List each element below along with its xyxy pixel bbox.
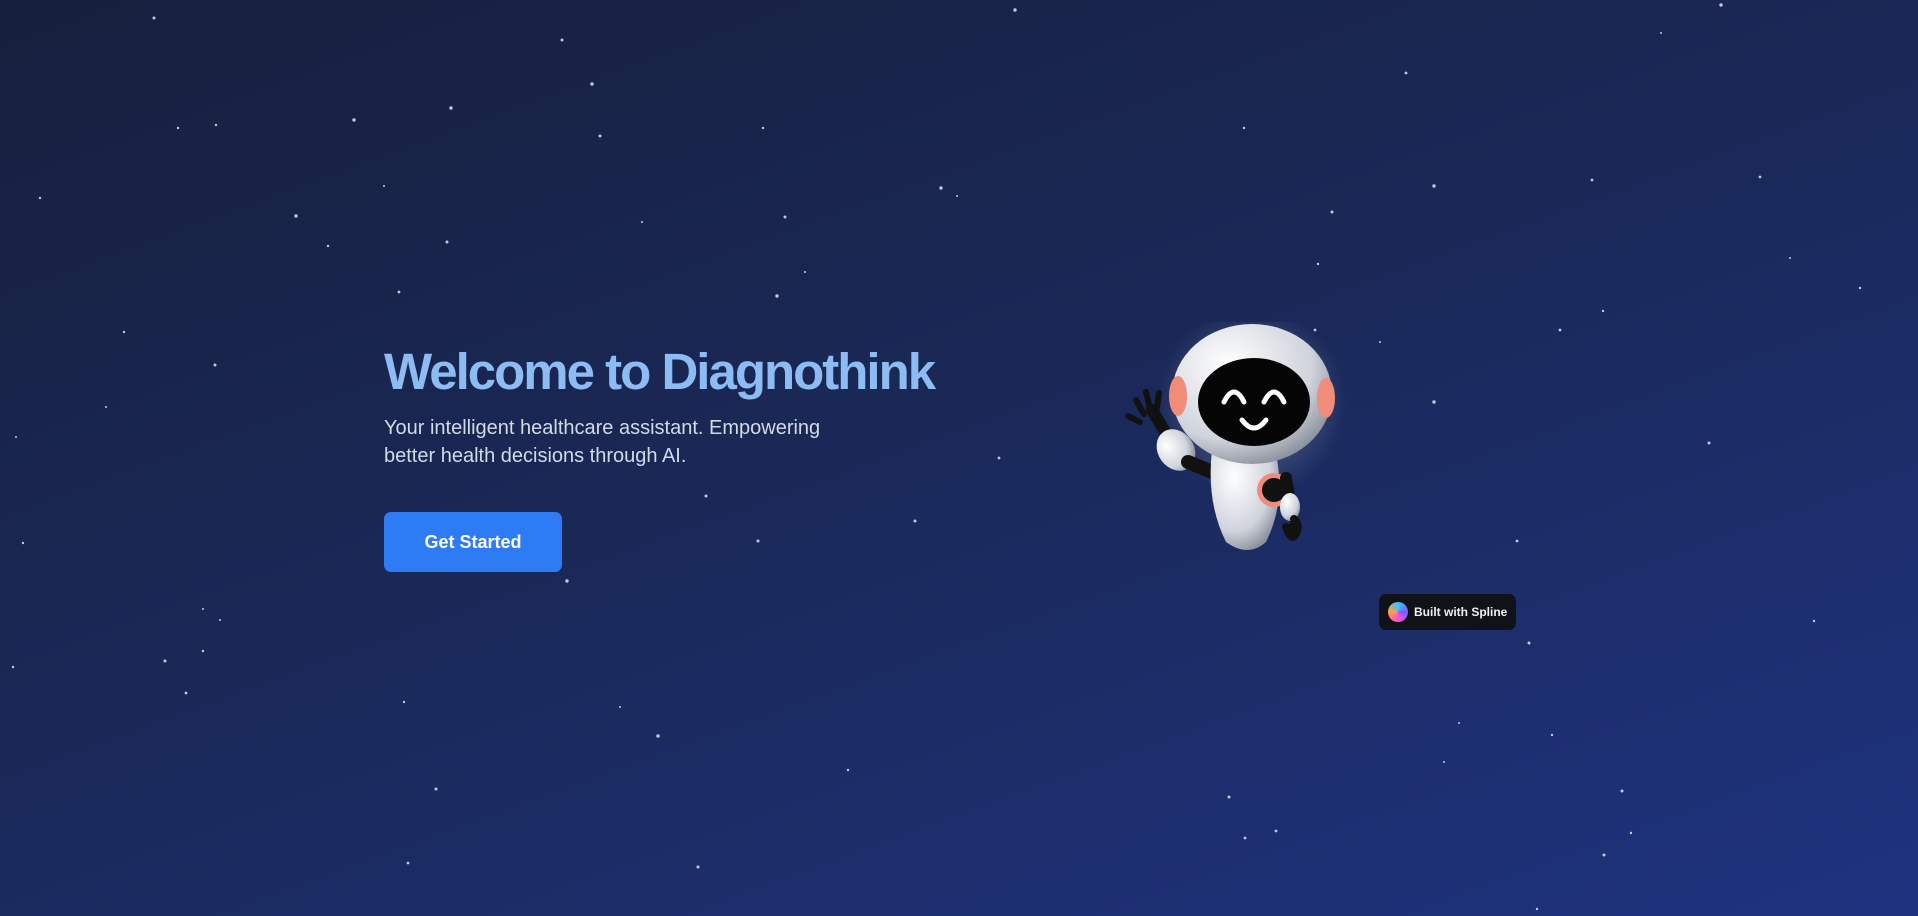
waving-robot-illustration xyxy=(1125,322,1347,550)
starfield-background xyxy=(11,3,1862,911)
built-with-spline-badge[interactable]: Built with Spline xyxy=(1379,594,1516,630)
spline-badge-label: Built with Spline xyxy=(1414,605,1508,619)
spline-logo-icon xyxy=(1388,602,1408,622)
hero-section: Welcome to Diagnothink Your intelligent … xyxy=(384,342,944,572)
hero-title: Welcome to Diagnothink xyxy=(384,343,936,400)
get-started-button[interactable]: Get Started xyxy=(384,512,562,572)
hero-subtitle: Your intelligent healthcare assistant. E… xyxy=(384,417,821,467)
